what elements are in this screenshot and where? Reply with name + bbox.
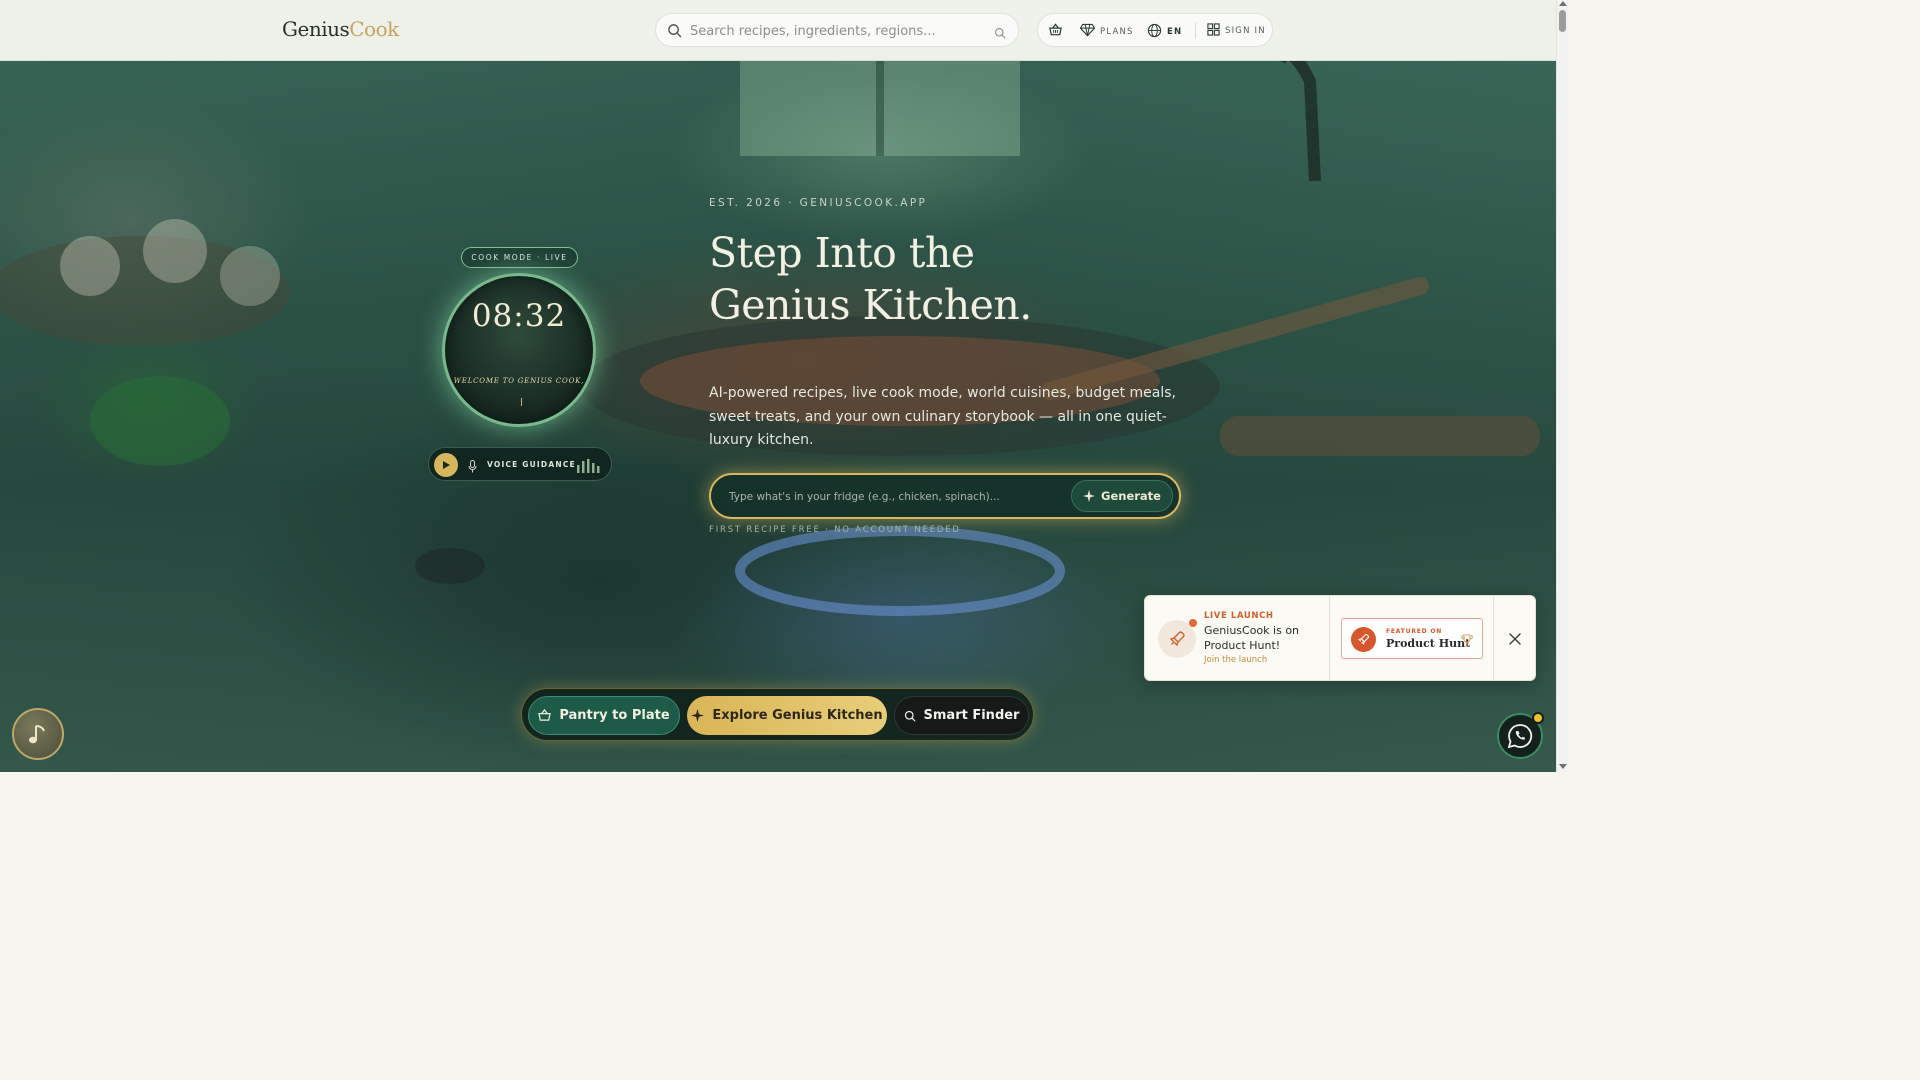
basket-button[interactable] [1048,23,1063,40]
live-indicator [1189,619,1197,627]
play-icon [443,461,450,469]
microphone-icon [468,458,477,477]
scroll-down-icon[interactable] [1559,764,1567,769]
live-launch-label: LIVE LAUNCH [1204,611,1274,621]
sparkle-icon [691,709,705,722]
grid-icon [1207,23,1220,39]
cook-timer-dial[interactable]: 08:32 WELCOME TO GENIUS COOK, [442,273,596,427]
top-header: GeniusCook PLANS EN [0,0,1556,61]
whatsapp-chat-button[interactable] [1497,712,1544,759]
diamond-icon [1079,23,1096,40]
pantry-to-plate-label: Pantry to Plate [559,708,670,723]
trophy-icon [1461,632,1473,651]
product-hunt-badge[interactable]: FEATURED ON Product Hunt [1341,618,1483,659]
primary-actions: Pantry to Plate Explore Genius Kitchen S… [521,688,1034,741]
fridge-prompt-bar: Generate [709,473,1181,519]
notification-dot [1532,712,1544,724]
timer-readout: 08:32 [471,298,567,334]
product-hunt-toast: LIVE LAUNCH GeniusCook is on Product Hun… [1144,595,1536,681]
toast-message: GeniusCook is on Product Hunt! [1204,624,1300,652]
hero-subtitle: AI-powered recipes, live cook mode, worl… [709,385,1177,448]
hero-title-line-1: Step Into the [709,229,975,277]
smart-finder-button[interactable]: Smart Finder [894,696,1029,735]
hero-eyebrow: EST. 2026 · GENIUSCOOK.APP [709,197,928,209]
voice-guidance-control[interactable]: VOICE GUIDANCE [428,447,612,481]
free-recipe-note: FIRST RECIPE FREE · NO ACCOUNT NEEDED [709,525,961,535]
basket-icon [1048,23,1063,40]
scroll-thumb[interactable] [1559,10,1566,32]
language-label: EN [1167,27,1183,37]
audio-level-icon [577,458,601,477]
language-selector[interactable]: EN [1147,23,1182,41]
fridge-input[interactable] [729,487,1059,507]
search-icon [904,710,915,721]
close-icon[interactable] [1509,630,1521,649]
cook-mode-badge: COOK MODE · LIVE [461,247,578,268]
search-submit-icon[interactable] [994,24,1006,43]
sign-in-link[interactable]: SIGN IN [1207,23,1266,39]
play-button[interactable] [434,453,458,477]
logo-accent: Cook [349,17,399,41]
hero-title-line-2: Genius Kitchen. [709,281,1032,329]
logo-main: Genius [282,17,350,41]
join-launch-link[interactable]: Join the launch [1204,655,1267,665]
sign-in-label: SIGN IN [1225,26,1266,36]
page-scrollbar[interactable] [1556,0,1568,772]
logo[interactable]: GeniusCook [282,17,399,41]
scroll-up-icon[interactable] [1559,1,1567,6]
pantry-to-plate-button[interactable]: Pantry to Plate [528,696,680,735]
search-bar[interactable] [655,13,1019,47]
toast-divider [1329,596,1330,680]
whatsapp-icon [1507,724,1533,749]
music-toggle-button[interactable] [12,708,64,760]
nav-divider [1195,23,1196,39]
explore-genius-kitchen-label: Explore Genius Kitchen [712,708,883,723]
basket-icon [538,709,552,721]
dial-tick [521,398,522,406]
generate-button[interactable]: Generate [1071,480,1173,512]
search-input[interactable] [690,20,990,42]
voice-guidance-label: VOICE GUIDANCE [487,460,576,469]
generate-label: Generate [1101,489,1161,503]
header-nav: PLANS EN SIGN IN [1037,13,1273,47]
product-hunt-label: Product Hunt [1386,637,1471,650]
plans-link[interactable]: PLANS [1079,23,1134,40]
sparkle-icon [1083,490,1096,502]
featured-on-label: FEATURED ON [1386,628,1443,635]
plans-label: PLANS [1100,26,1134,37]
welcome-caption: WELCOME TO GENIUS COOK, [453,377,585,385]
globe-icon [1147,23,1162,41]
product-hunt-logo-icon [1351,627,1376,652]
music-note-icon [29,725,45,744]
toast-divider [1493,596,1494,680]
search-icon [667,23,682,42]
smart-finder-label: Smart Finder [923,708,1020,723]
hero-title: Step Into the Genius Kitchen. [709,227,1269,331]
explore-genius-kitchen-button[interactable]: Explore Genius Kitchen [687,696,887,735]
